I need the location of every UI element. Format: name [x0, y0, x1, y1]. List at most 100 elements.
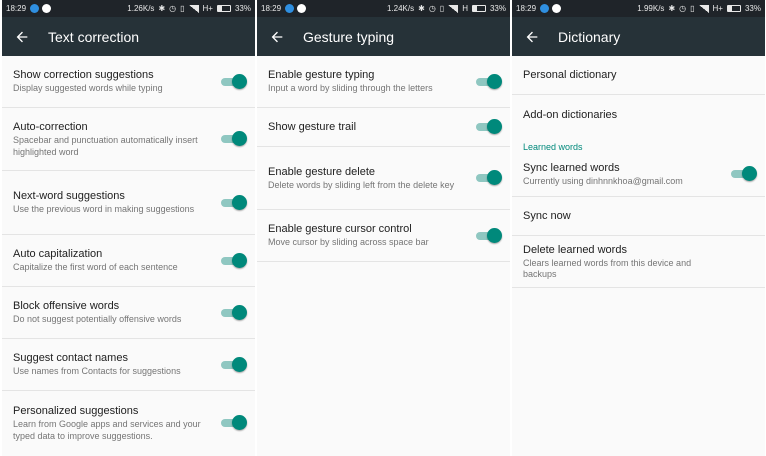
status-bar: 18:29 1.99K/s ✱ ◷ ▯ H+ 33%: [512, 0, 765, 17]
back-arrow-icon[interactable]: [269, 29, 285, 45]
app-toolbar: Text correction: [2, 17, 255, 56]
suggest-contact-names-toggle[interactable]: [220, 356, 247, 372]
setting-subtitle: Delete words by sliding left from the de…: [268, 179, 455, 190]
network-speed: 1.24K/s: [386, 4, 415, 13]
setting-row-next-word-suggestions[interactable]: Next-word suggestions Use the previous w…: [2, 171, 255, 235]
show-correction-suggestions-toggle[interactable]: [220, 73, 247, 89]
bluetooth-icon: ✱: [158, 4, 166, 13]
setting-row-add-on-dictionaries[interactable]: Add-on dictionaries: [512, 95, 765, 134]
setting-subtitle: Do not suggest potentially offensive wor…: [13, 314, 182, 325]
setting-title: Auto-correction: [13, 121, 88, 133]
setting-subtitle: Clears learned words from this device an…: [523, 257, 692, 280]
battery-percent: 33%: [489, 4, 506, 13]
setting-title: Add-on dictionaries: [523, 108, 618, 121]
sync-learned-words-toggle[interactable]: [730, 166, 757, 181]
setting-row-sync-learned-words[interactable]: Sync learned words Currently using dinhn…: [512, 152, 765, 197]
setting-subtitle: Display suggested words while typing: [13, 83, 163, 94]
battery-percent: 33%: [744, 4, 761, 13]
setting-title: Personalized suggestions: [13, 405, 139, 417]
setting-title: Block offensive words: [13, 300, 120, 313]
enable-gesture-cursor-control-toggle[interactable]: [475, 227, 502, 243]
network-type: H: [462, 4, 468, 13]
alarm-icon: ◷: [169, 4, 177, 13]
setting-title: Show correction suggestions: [13, 69, 154, 82]
setting-row-personalized-suggestions[interactable]: Personalized suggestions Learn from Goog…: [2, 391, 255, 455]
alarm-icon: ◷: [428, 4, 436, 13]
setting-row-sync-now[interactable]: Sync now: [512, 197, 765, 236]
app-notification-icon: [285, 4, 295, 13]
notification-icon: [297, 4, 307, 13]
battery-icon: [471, 5, 486, 12]
setting-row-auto-capitalization[interactable]: Auto capitalization Capitalize the first…: [2, 235, 255, 287]
block-offensive-words-toggle[interactable]: [220, 304, 247, 320]
setting-row-suggest-contact-names[interactable]: Suggest contact names Use names from Con…: [2, 339, 255, 391]
text-correction-screen: 18:29 1.26K/s ✱ ◷ ▯ H+ 33% Text correcti…: [2, 0, 255, 456]
app-toolbar: Dictionary: [512, 17, 765, 56]
bluetooth-icon: ✱: [418, 4, 425, 13]
signal-icon: [698, 4, 709, 13]
setting-row-enable-gesture-delete[interactable]: Enable gesture delete Delete words by sl…: [257, 147, 510, 210]
setting-subtitle: Currently using dinhnnkhoa@gmail.com: [523, 175, 683, 186]
vibrate-icon: ▯: [690, 4, 695, 13]
next-word-suggestions-toggle[interactable]: [220, 194, 247, 210]
enable-gesture-typing-toggle[interactable]: [475, 73, 502, 89]
setting-subtitle: Use names from Contacts for suggestions: [13, 366, 181, 377]
setting-subtitle: Learn from Google apps and services and …: [13, 419, 201, 441]
signal-icon: [188, 4, 199, 13]
setting-subtitle: Spacebar and punctuation automatically i…: [13, 135, 198, 157]
show-gesture-trail-toggle[interactable]: [475, 119, 502, 134]
setting-subtitle: Input a word by sliding through the lett…: [268, 83, 433, 94]
battery-icon: [726, 5, 741, 12]
status-time: 18:29: [516, 4, 537, 13]
setting-subtitle: Use the previous word in making suggesti…: [13, 204, 195, 215]
dictionary-screen: 18:29 1.99K/s ✱ ◷ ▯ H+ 33% Dictionary Pe…: [512, 0, 765, 456]
vibrate-icon: ▯: [180, 4, 185, 13]
bluetooth-icon: ✱: [668, 4, 676, 13]
setting-row-show-gesture-trail[interactable]: Show gesture trail: [257, 108, 510, 147]
setting-title: Sync now: [523, 210, 571, 222]
app-notification-icon: [30, 4, 40, 13]
setting-title: Next-word suggestions: [13, 190, 125, 203]
settings-list: Enable gesture typing Input a word by sl…: [257, 56, 510, 262]
setting-row-enable-gesture-typing[interactable]: Enable gesture typing Input a word by sl…: [257, 56, 510, 108]
setting-title: Suggest contact names: [13, 352, 128, 365]
auto-correction-toggle[interactable]: [220, 131, 247, 146]
section-header-learned-words: Learned words: [523, 142, 583, 152]
status-time: 18:29: [261, 4, 282, 13]
app-toolbar: Gesture typing: [257, 17, 510, 56]
setting-title: Auto capitalization: [13, 248, 103, 261]
setting-title: Sync learned words: [523, 161, 620, 174]
setting-row-enable-gesture-cursor-control[interactable]: Enable gesture cursor control Move curso…: [257, 210, 510, 262]
status-time: 18:29: [6, 4, 27, 13]
status-bar: 18:29 1.26K/s ✱ ◷ ▯ H+ 33%: [2, 0, 255, 17]
setting-subtitle: Capitalize the first word of each senten…: [13, 262, 178, 273]
network-type: H+: [202, 4, 213, 13]
app-notification-icon: [540, 4, 550, 13]
network-speed: 1.99K/s: [637, 4, 665, 13]
battery-percent: 33%: [234, 4, 251, 13]
setting-row-personal-dictionary[interactable]: Personal dictionary: [512, 56, 765, 95]
page-title: Dictionary: [558, 28, 621, 45]
notification-icon: [42, 4, 52, 13]
setting-title: Enable gesture delete: [268, 165, 376, 178]
auto-capitalization-toggle[interactable]: [220, 252, 247, 268]
back-arrow-icon[interactable]: [14, 29, 30, 45]
network-type: H+: [712, 4, 723, 13]
setting-row-block-offensive-words[interactable]: Block offensive words Do not suggest pot…: [2, 287, 255, 339]
personalized-suggestions-toggle[interactable]: [220, 415, 247, 430]
setting-title: Enable gesture cursor control: [268, 223, 412, 236]
setting-title: Enable gesture typing: [268, 69, 375, 82]
page-title: Text correction: [48, 28, 140, 45]
network-speed: 1.26K/s: [127, 4, 155, 13]
setting-row-delete-learned-words[interactable]: Delete learned words Clears learned word…: [512, 236, 765, 288]
enable-gesture-delete-toggle[interactable]: [475, 170, 502, 185]
setting-subtitle: Move cursor by sliding across space bar: [268, 237, 429, 248]
back-arrow-icon[interactable]: [524, 29, 540, 45]
setting-row-show-correction-suggestions[interactable]: Show correction suggestions Display sugg…: [2, 56, 255, 108]
vibrate-icon: ▯: [439, 4, 445, 13]
setting-title: Show gesture trail: [268, 121, 357, 133]
settings-list: Show correction suggestions Display sugg…: [2, 56, 255, 455]
setting-row-auto-correction[interactable]: Auto-correction Spacebar and punctuation…: [2, 108, 255, 171]
gesture-typing-screen: 18:29 1.24K/s ✱ ◷ ▯ H 33% Gesture typing…: [257, 0, 510, 456]
battery-icon: [216, 5, 231, 12]
